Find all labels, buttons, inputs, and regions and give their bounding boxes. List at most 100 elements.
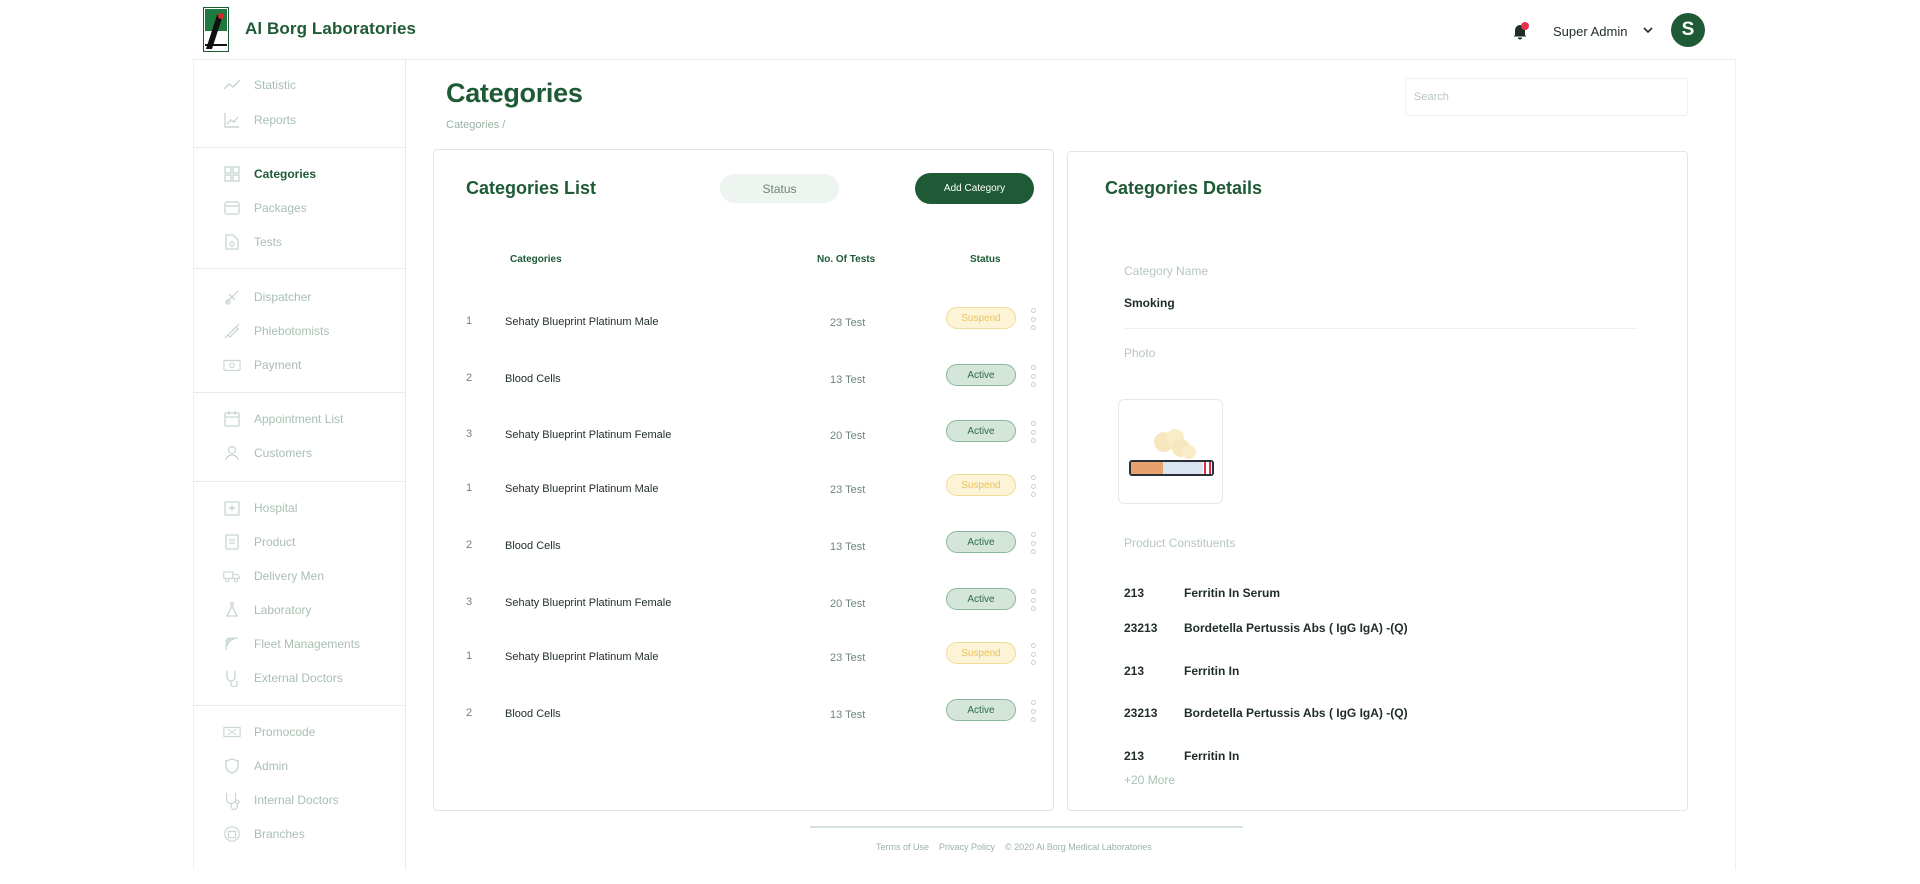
brand-logo <box>203 7 229 52</box>
status-badge: Suspend <box>946 307 1016 329</box>
more-constituents-link[interactable]: +20 More <box>1124 773 1175 787</box>
top-bar: Al Borg Laboratories Super Admin S <box>193 0 1736 60</box>
category-name-label: Category Name <box>1124 264 1209 278</box>
status-badge: Active <box>946 588 1016 610</box>
sidebar-item-label: Dispatcher <box>254 290 312 304</box>
more-options-icon[interactable] <box>1029 532 1037 554</box>
search-input[interactable] <box>1405 78 1688 116</box>
table-row[interactable]: 1 Sehaty Blueprint Platinum Male 23 Test… <box>434 474 1055 504</box>
sidebar-item-internal-doctors[interactable]: Internal Doctors <box>193 788 406 812</box>
status-badge: Active <box>946 364 1016 386</box>
dispatcher-icon <box>223 288 241 306</box>
category-photo[interactable] <box>1118 399 1223 504</box>
field-divider <box>1124 328 1637 329</box>
ticket-icon <box>223 723 241 741</box>
sidebar-item-payment[interactable]: Payment <box>193 353 406 377</box>
sidebar-item-hospital[interactable]: Hospital <box>193 496 406 520</box>
avatar[interactable]: S <box>1671 13 1705 47</box>
constituent-name: Bordetella Pertussis Abs ( IgG IgA) -(Q) <box>1184 621 1408 635</box>
status-badge: Active <box>946 420 1016 442</box>
stethoscope-icon <box>223 669 241 687</box>
table-row[interactable]: 2 Blood Cells 13 Test Active <box>434 699 1055 729</box>
more-options-icon[interactable] <box>1029 365 1037 387</box>
table-row[interactable]: 1 Sehaty Blueprint Platinum Male 23 Test… <box>434 642 1055 672</box>
category-name: Sehaty Blueprint Platinum Male <box>505 651 659 663</box>
sidebar-item-laboratory[interactable]: Laboratory <box>193 598 406 622</box>
sidebar-item-promocode[interactable]: Promocode <box>193 720 406 744</box>
sidebar-item-label: Categories <box>254 167 317 181</box>
more-options-icon[interactable] <box>1029 475 1037 497</box>
sidebar-item-label: Payment <box>254 358 302 372</box>
sidebar-item-tests[interactable]: Tests <box>193 230 406 254</box>
sidebar-item-reports[interactable]: Reports <box>193 108 406 132</box>
table-row[interactable]: 3 Sehaty Blueprint Platinum Female 20 Te… <box>434 588 1055 618</box>
sidebar-item-label: Product <box>254 535 296 549</box>
shield-icon <box>223 757 241 775</box>
sidebar-item-statistic[interactable]: Statistic <box>193 73 406 97</box>
status-filter-button[interactable]: Status <box>720 174 839 203</box>
calendar-icon <box>223 410 241 428</box>
column-header-tests[interactable]: No. Of Tests <box>817 254 875 265</box>
more-options-icon[interactable] <box>1029 308 1037 330</box>
sidebar-item-label: Tests <box>254 235 283 249</box>
sidebar-item-admin[interactable]: Admin <box>193 754 406 778</box>
categories-details-card: Categories Details Category Name Smoking… <box>1067 151 1688 811</box>
nav-divider <box>193 705 406 706</box>
test-count: 23 Test <box>830 317 866 329</box>
sidebar-item-appointment-list[interactable]: Appointment List <box>193 407 406 431</box>
table-row[interactable]: 3 Sehaty Blueprint Platinum Female 20 Te… <box>434 420 1055 450</box>
privacy-link[interactable]: Privacy Policy <box>939 842 995 852</box>
sidebar-item-customers[interactable]: Customers <box>193 441 406 465</box>
table-row[interactable]: 2 Blood Cells 13 Test Active <box>434 531 1055 561</box>
sidebar-item-external-doctors[interactable]: External Doctors <box>193 666 406 690</box>
sidebar-item-label: Internal Doctors <box>254 793 339 807</box>
category-name: Sehaty Blueprint Platinum Female <box>505 597 672 609</box>
sidebar-item-label: Customers <box>254 446 313 460</box>
sidebar-item-branches[interactable]: Branches <box>193 822 406 846</box>
table-row[interactable]: 2 Blood Cells 13 Test Active <box>434 364 1055 394</box>
doctor-icon <box>223 791 241 810</box>
terms-link[interactable]: Terms of Use <box>876 842 929 852</box>
delivery-icon <box>223 567 241 585</box>
nav-divider <box>193 147 406 148</box>
sidebar-item-product[interactable]: Product <box>193 530 406 554</box>
bell-icon[interactable] <box>1511 22 1529 40</box>
user-name[interactable]: Super Admin <box>1553 24 1627 39</box>
sidebar-item-delivery-men[interactable]: Delivery Men <box>193 564 406 588</box>
constituent-name: Ferritin In <box>1184 664 1240 678</box>
column-header-status[interactable]: Status <box>970 254 1001 265</box>
sidebar-item-label: Hospital <box>254 501 298 515</box>
more-options-icon[interactable] <box>1029 589 1037 611</box>
sidebar-item-phlebotomists[interactable]: Phlebotomists <box>193 319 406 343</box>
sidebar-item-dispatcher[interactable]: Dispatcher <box>193 285 406 309</box>
syringe-icon <box>223 322 241 340</box>
nav-divider <box>193 392 406 393</box>
chevron-down-icon[interactable] <box>1642 24 1654 36</box>
breadcrumb[interactable]: Categories / <box>446 119 505 131</box>
more-options-icon[interactable] <box>1029 700 1037 722</box>
table-row[interactable]: 1 Sehaty Blueprint Platinum Male 23 Test… <box>434 307 1055 337</box>
customers-icon <box>223 444 241 462</box>
test-count: 23 Test <box>830 484 866 496</box>
status-badge: Active <box>946 699 1016 721</box>
product-icon <box>223 533 241 551</box>
row-number: 1 <box>466 315 473 327</box>
constituent-code: 23213 <box>1124 706 1158 720</box>
sidebar-item-fleet-managements[interactable]: Fleet Managements <box>193 632 406 656</box>
category-name: Sehaty Blueprint Platinum Male <box>505 316 659 328</box>
sidebar-item-label: Appointment List <box>254 412 344 426</box>
sidebar-item-categories[interactable]: Categories <box>193 162 406 186</box>
category-name-value: Smoking <box>1124 296 1175 310</box>
category-name: Blood Cells <box>505 708 561 720</box>
category-name: Blood Cells <box>505 540 561 552</box>
column-header-categories[interactable]: Categories <box>510 254 562 265</box>
add-category-button[interactable]: Add Category <box>915 173 1034 204</box>
sidebar-item-label: Fleet Managements <box>254 637 361 651</box>
row-number: 2 <box>466 707 473 719</box>
more-options-icon[interactable] <box>1029 421 1037 443</box>
test-count: 20 Test <box>830 598 866 610</box>
sidebar-item-packages[interactable]: Packages <box>193 196 406 220</box>
more-options-icon[interactable] <box>1029 643 1037 665</box>
constituent-code: 23213 <box>1124 621 1158 635</box>
footer-divider <box>810 826 1243 828</box>
